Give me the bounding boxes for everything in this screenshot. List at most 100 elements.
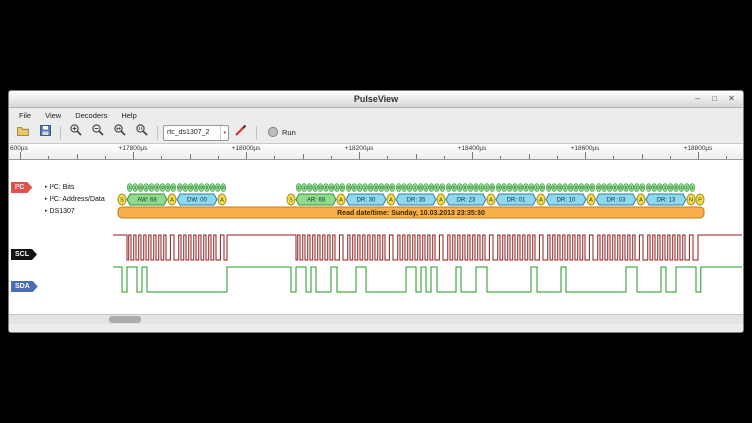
annotation-text: DR: 13 [657,198,676,204]
ruler-label: +18000µs [232,145,261,152]
row-label-text: I²C: Address/Data [50,196,105,203]
session-file-value: rtc_ds1307_2 [167,129,220,136]
ruler-tick [359,152,360,159]
toolbar-separator [157,126,158,140]
annotation-text: DR: 01 [507,198,526,204]
configure-device-button[interactable] [231,124,251,142]
annotation-text: AR: 68 [307,198,326,204]
ruler-tick [529,154,530,159]
trace-area[interactable]: SAW: 68110100000ADW: 00000000000ASAR: 68… [9,160,743,314]
row-label-text: DS1307 [50,208,75,215]
toolbar-separator [60,126,61,140]
ruler-tick [105,156,106,159]
ruler-tick [77,154,78,159]
ruler-tick [557,156,558,159]
menu-item-view[interactable]: View [38,109,68,122]
ruler-tick [161,156,162,159]
annotation-text: A [439,198,443,204]
minimize-button[interactable]: – [690,93,705,105]
annotation-text: N [689,198,693,204]
ruler-tick [274,156,275,159]
chevron-down-icon: ▾ [220,126,228,140]
ruler-label: +18800µs [684,145,713,152]
ruler-tick [416,154,417,159]
decoder-row-label-ds1307: ▸ DS1307 [45,207,75,216]
annotation-text: DW: 00 [187,198,208,204]
zoom-one-to-one-icon [135,123,149,142]
menu-item-decoders[interactable]: Decoders [68,109,114,122]
expand-arrow-icon: ▸ [45,195,48,204]
ruler-tick [303,154,304,159]
annotation-text: DR: 23 [457,198,476,204]
annotation-text: DR: 30 [357,198,376,204]
folder-icon [16,124,30,142]
zoom-out-icon [91,123,105,142]
ruler-label: +18400µs [458,145,487,152]
annotation-text: A [220,198,224,204]
toolbar-separator [256,126,257,140]
ruler-tick [444,156,445,159]
ruler-tick [698,152,699,159]
sda-waveform [113,267,742,292]
menu-item-file[interactable]: File [12,109,38,122]
run-state-icon [267,126,279,140]
zoom-fit-button[interactable] [110,124,130,142]
annotation-text: S [289,198,293,204]
annotation-text: AW: 68 [137,198,157,204]
maximize-button[interactable]: □ [707,93,722,105]
zoom-fit-icon [113,123,127,142]
decoder-row-label-address-data: ▸ I²C: Address/Data [45,195,105,204]
annotation-text: Read date/time: Sunday, 10.03.2013 23:35… [337,210,485,217]
ruler-tick [500,156,501,159]
annotation-text: A [170,198,174,204]
probe-icon [234,123,248,142]
annotation-text: A [489,198,493,204]
annotation-text: S [120,198,124,204]
trace-canvas[interactable]: SAW: 68110100000ADW: 00000000000ASAR: 68… [9,160,743,314]
menubar: FileViewDecodersHelp [9,108,743,122]
ruler-tick [472,152,473,159]
ruler-tick [218,156,219,159]
ruler-tick [246,152,247,159]
annotation-text: A [539,198,543,204]
decoder-row-label-bits: ▸ I²C: Bits [45,183,74,192]
zoom-one-to-one-button[interactable] [132,124,152,142]
expand-arrow-icon: ▸ [45,183,48,192]
run-button[interactable]: Run [262,124,301,142]
annotation-text: A [589,198,593,204]
open-file-button[interactable] [13,124,33,142]
ruler[interactable]: 600µs+17800µs+18000µs+18200µs+18400µs+18… [9,144,743,160]
horizontal-scrollbar[interactable] [9,314,743,324]
annotation-text: DR: 10 [557,198,576,204]
pulseview-window: PulseView – □ ✕ FileViewDecodersHelp [8,90,744,333]
floppy-disk-icon [39,124,52,142]
close-button[interactable]: ✕ [724,93,739,105]
ruler-label: 600µs [10,145,28,152]
zoom-out-button[interactable] [88,124,108,142]
ruler-tick [331,156,332,159]
scrollbar-thumb[interactable] [109,316,141,323]
ruler-tick [670,156,671,159]
session-file-combobox[interactable]: rtc_ds1307_2 ▾ [163,125,229,141]
ruler-label: +17800µs [119,145,148,152]
annotation-text: A [339,198,343,204]
zoom-in-button[interactable] [66,124,86,142]
ruler-tick [20,152,21,159]
annotation-text: A [389,198,393,204]
annotation-text: A [639,198,643,204]
toolbar: rtc_ds1307_2 ▾ Run [9,122,743,144]
ruler-tick [133,152,134,159]
annotation-text: P [698,198,702,204]
expand-arrow-icon: ▸ [45,207,48,216]
annotation-text: DR: 35 [407,198,426,204]
scl-waveform [113,235,742,260]
ruler-tick [190,154,191,159]
save-button[interactable] [35,124,55,142]
titlebar: PulseView – □ ✕ [9,91,743,108]
signal-tag-scl[interactable]: SCL [11,249,37,260]
menu-item-help[interactable]: Help [114,109,143,122]
zoom-in-icon [69,123,83,142]
row-label-text: I²C: Bits [50,184,75,191]
run-button-label: Run [282,128,296,137]
signal-tag-sda[interactable]: SDA [11,281,38,292]
